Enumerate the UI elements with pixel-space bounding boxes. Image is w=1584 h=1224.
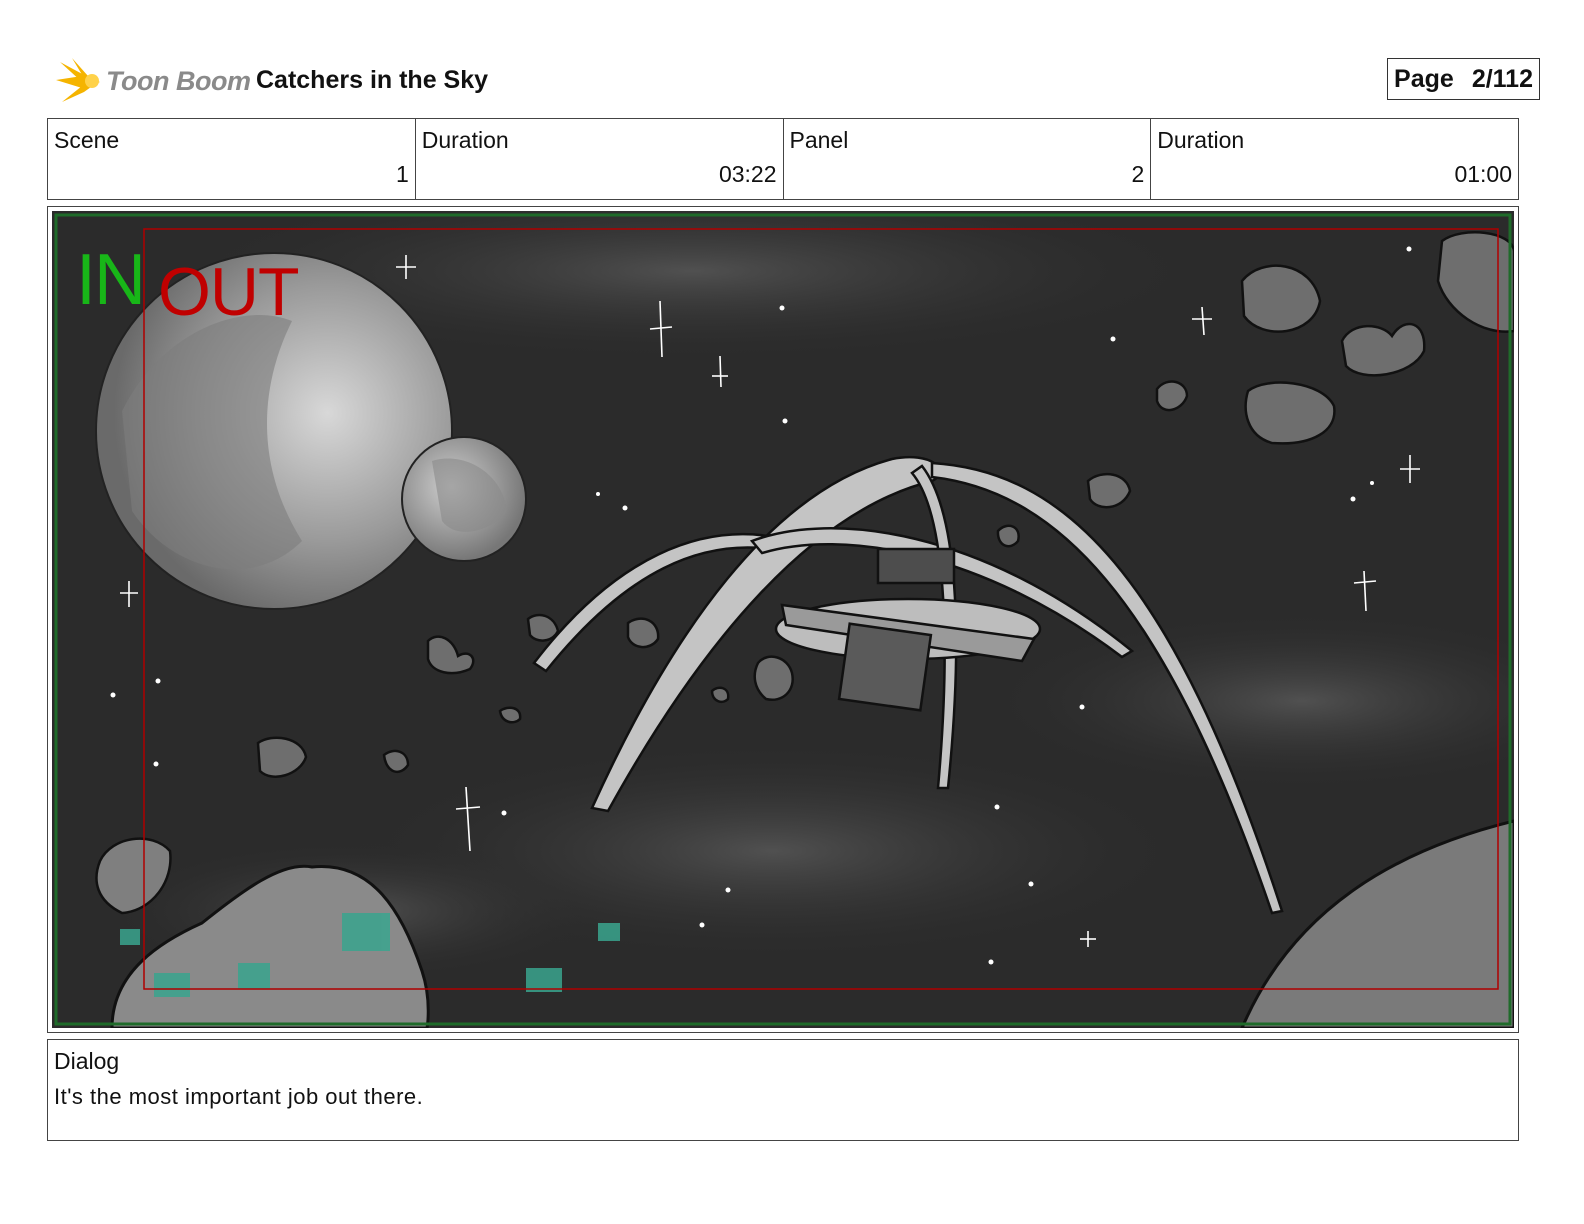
scene-duration-cell: Duration 03:22 [416, 119, 784, 199]
planet-bottom-right [1240, 819, 1514, 1028]
dialog-text: It's the most important job out there. [54, 1084, 424, 1109]
scene-value: 1 [395, 161, 409, 187]
space-station-drawing [54, 211, 1514, 1028]
storyboard-panel-image: IN OUT [52, 211, 1514, 1028]
scene-label: Scene [54, 127, 120, 153]
dialog-label: Dialog [54, 1048, 120, 1074]
scene-duration-value: 03:22 [718, 161, 777, 187]
panel-label: Panel [789, 127, 849, 153]
panel-duration-value: 01:00 [1454, 161, 1512, 187]
dialog-box: Dialog It's the most important job out t… [47, 1039, 1519, 1141]
panel-duration-cell: Duration 01:00 [1151, 119, 1518, 199]
panel-cell: Panel 2 [784, 119, 1152, 199]
scene-duration-label: Duration [421, 127, 509, 153]
scene-info-table: Scene 1 Duration 03:22 Panel 2 Duration … [47, 118, 1519, 200]
page-number: 2/112 [1471, 64, 1533, 93]
in-marker-label: IN [76, 240, 146, 320]
project-title: Catchers in the Sky [256, 66, 489, 94]
panel-value: 2 [1131, 161, 1145, 187]
panel-duration-label: Duration [1157, 127, 1245, 153]
page-label: Page [1394, 64, 1454, 93]
storyboard-header: Toon Boom Catchers in the Sky Page 2/112 [50, 52, 1540, 108]
page-indicator: Page 2/112 [1387, 58, 1540, 100]
storyboard-panel-frame: IN OUT [47, 206, 1519, 1033]
scene-cell: Scene 1 [48, 119, 416, 199]
starburst-icon [56, 58, 100, 102]
out-marker-label: OUT [158, 254, 300, 330]
logo-text: Toon Boom [106, 66, 251, 96]
toon-boom-logo: Toon Boom [52, 56, 251, 108]
nebula-cloud [982, 611, 1514, 791]
